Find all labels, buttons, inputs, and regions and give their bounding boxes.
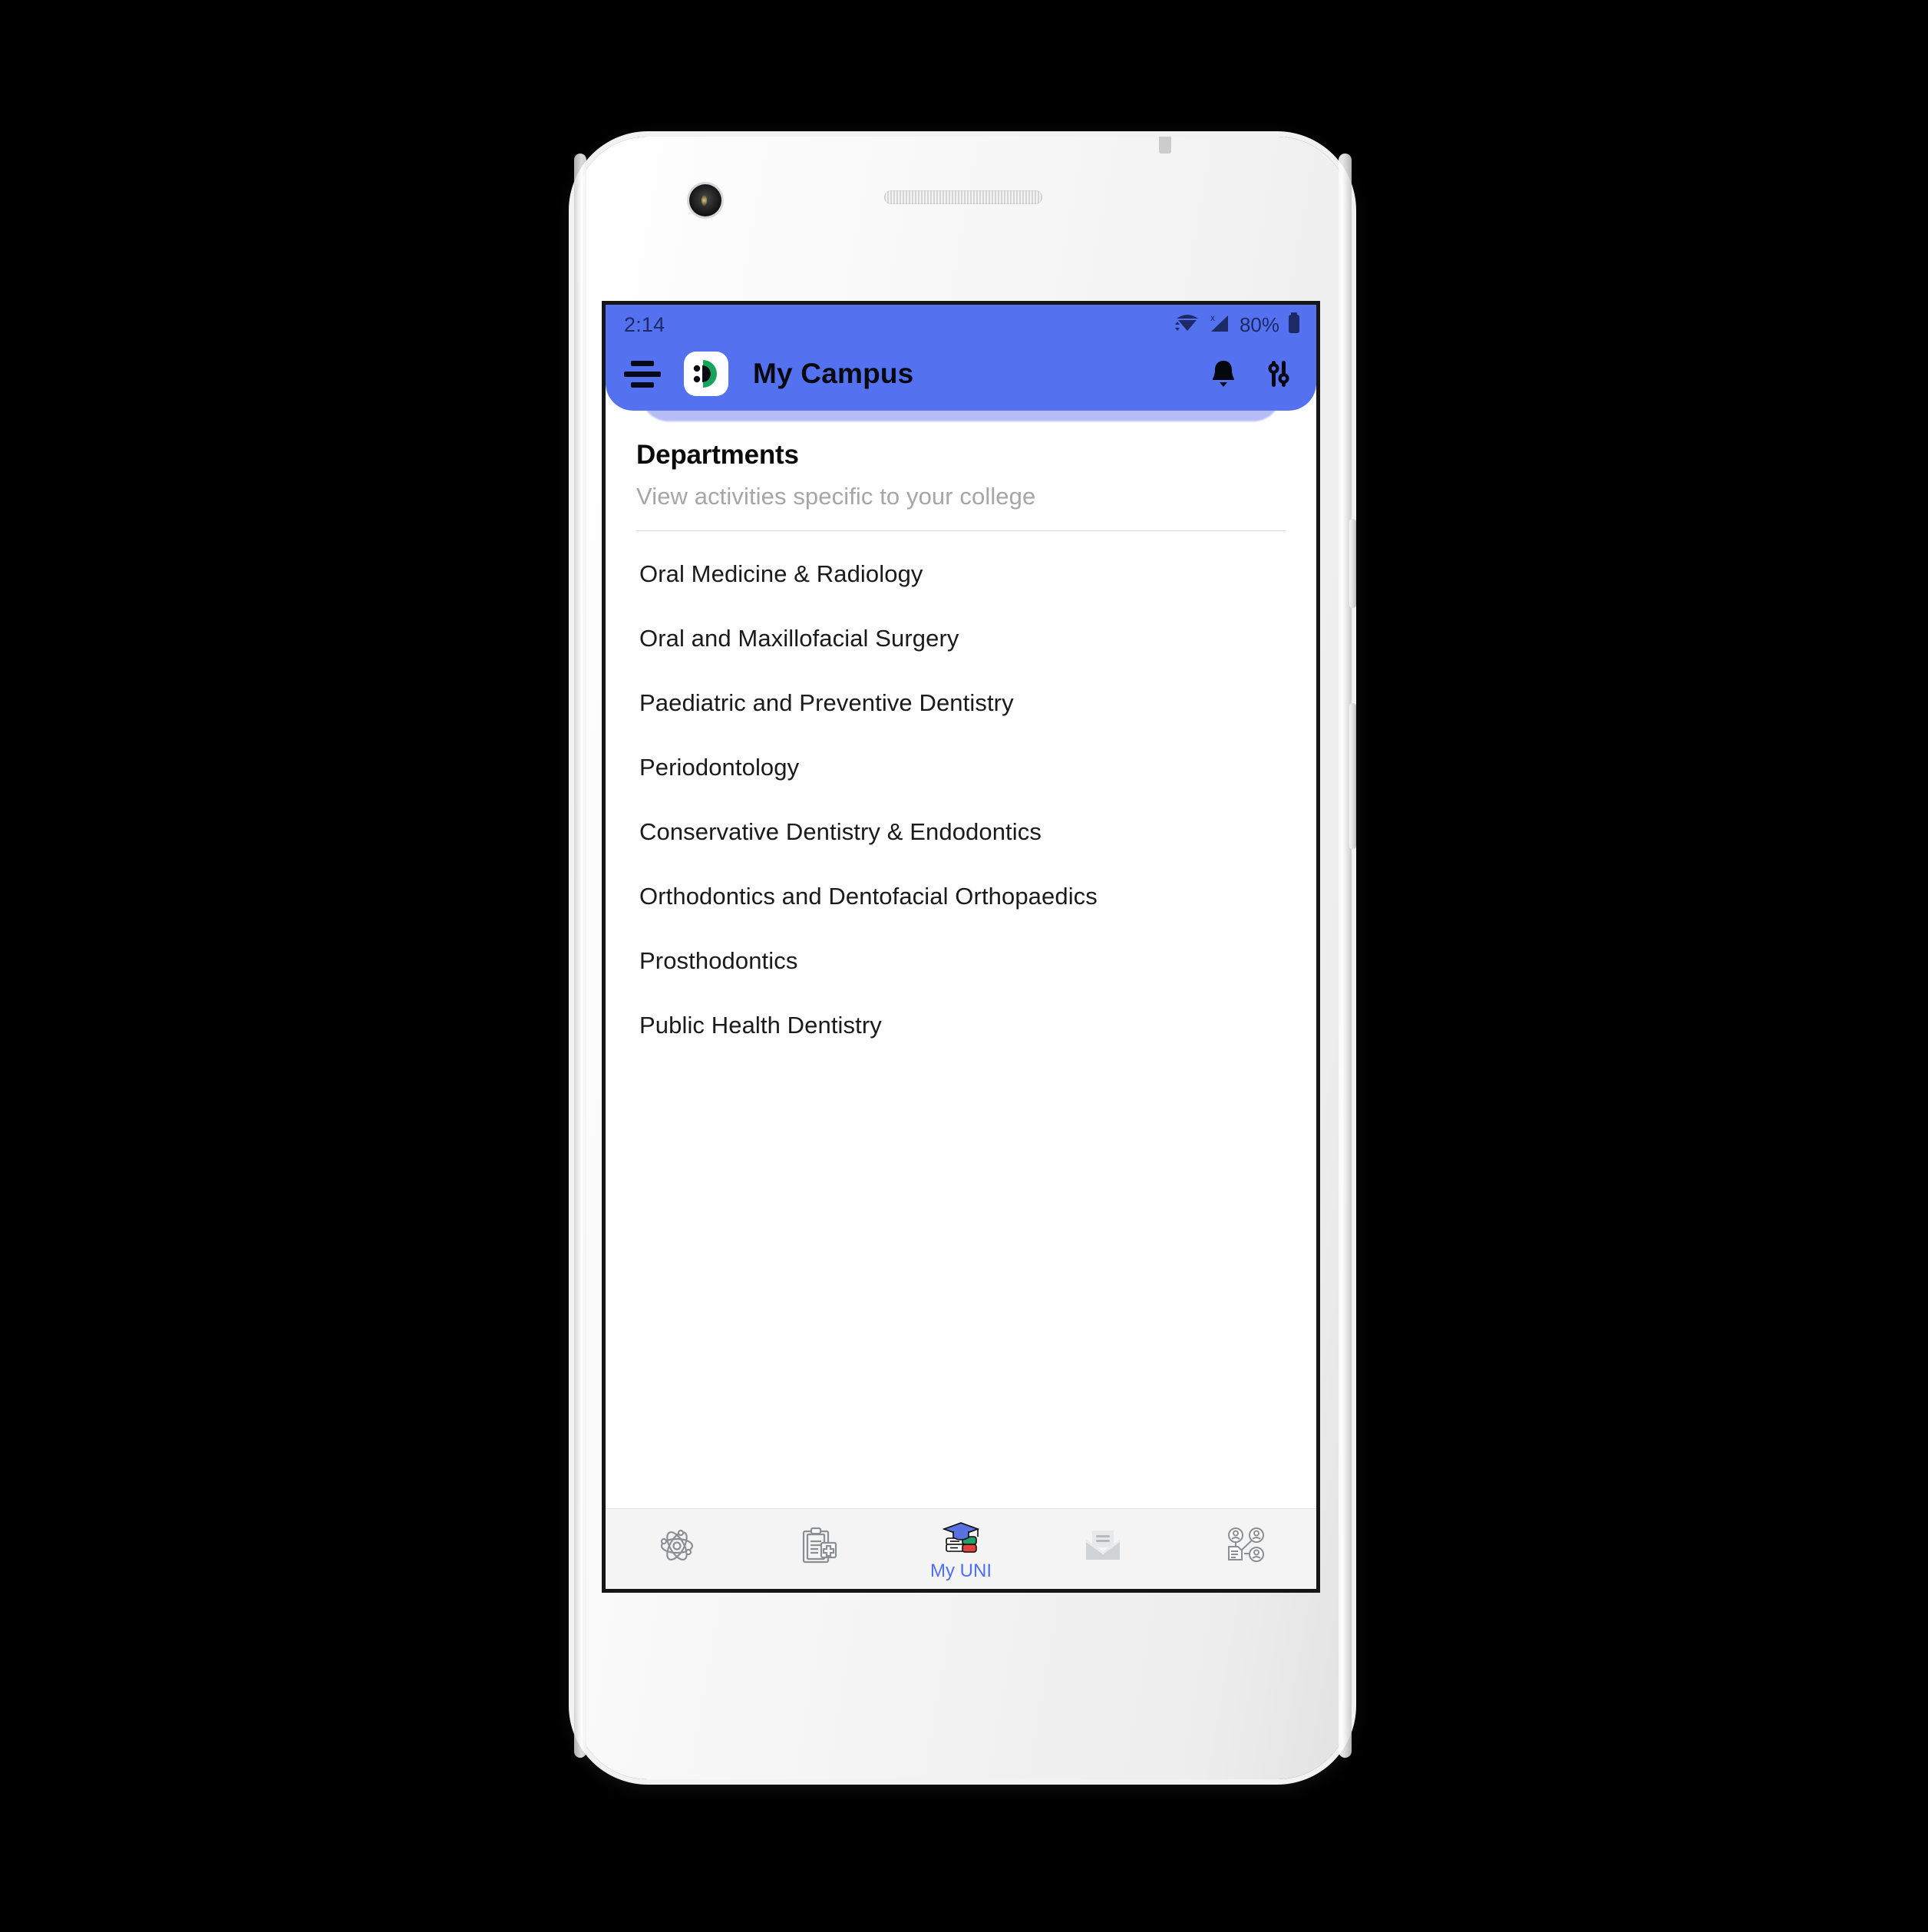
atom-icon (655, 1524, 698, 1571)
list-item[interactable]: Public Health Dentistry (636, 993, 1286, 1058)
earpiece-speaker (884, 190, 1042, 204)
mail-envelope-icon (1081, 1527, 1124, 1568)
svg-text:x: x (1210, 312, 1215, 323)
nav-label: My UNI (930, 1560, 992, 1581)
status-bar: 2:14 x 80% (606, 305, 1316, 345)
people-network-icon (1223, 1526, 1267, 1570)
nav-item-network[interactable] (1174, 1509, 1316, 1589)
nav-item-mail[interactable] (1032, 1509, 1174, 1589)
section-heading: Departments (636, 440, 799, 470)
list-item[interactable]: Oral Medicine & Radiology (636, 542, 1286, 606)
list-item[interactable]: Prosthodontics (636, 929, 1286, 993)
phone-top-nub (1159, 137, 1171, 154)
sliders-icon[interactable] (1258, 353, 1299, 395)
section-subheading: View activities specific to your college (636, 483, 1036, 510)
hamburger-menu-icon[interactable] (624, 358, 661, 389)
bell-icon[interactable] (1203, 353, 1244, 395)
nav-item-my-uni[interactable]: My UNI (890, 1509, 1032, 1589)
list-item[interactable]: Periodontology (636, 735, 1286, 800)
front-camera (689, 184, 721, 216)
status-bar-indicators: x 80% (1174, 312, 1301, 339)
battery-percent-label: 80% (1239, 312, 1279, 336)
status-bar-time: 2:14 (624, 312, 665, 336)
volume-button[interactable] (1349, 703, 1356, 849)
list-item[interactable]: Orthodontics and Dentofacial Orthopaedic… (636, 864, 1286, 929)
app-bar: My Campus (606, 337, 1316, 411)
list-item[interactable]: Oral and Maxillofacial Surgery (636, 606, 1286, 671)
page-title: My Campus (753, 358, 914, 389)
phone-frame-left-edge (574, 154, 586, 1758)
app-bar-container: My Campus (606, 337, 1316, 421)
list-item[interactable]: Paediatric and Preventive Dentistry (636, 671, 1286, 735)
list-item[interactable]: Conservative Dentistry & Endodontics (636, 800, 1286, 864)
bottom-navigation-bar: My UNI (606, 1508, 1316, 1589)
phone-screen: 2:14 x 80% My Campus Departments View ac… (602, 301, 1320, 1593)
app-logo-icon (684, 352, 728, 396)
nav-item-records[interactable] (748, 1509, 890, 1589)
battery-icon (1287, 312, 1301, 339)
medical-clipboard-icon (797, 1524, 840, 1571)
signal-no-sim-icon: x (1207, 312, 1232, 339)
phone-frame-right-edge (1339, 154, 1352, 1758)
graduation-books-icon (939, 1518, 982, 1559)
nav-item-science[interactable] (606, 1509, 748, 1589)
power-button[interactable] (1349, 519, 1356, 608)
section-divider (636, 530, 1286, 531)
screenshot-stage: 2:14 x 80% My Campus Departments View ac… (0, 0, 1928, 1932)
departments-screen: Departments View activities specific to … (606, 411, 1316, 1508)
wifi-icon (1174, 312, 1200, 339)
departments-list: Oral Medicine & Radiology Oral and Maxil… (636, 542, 1286, 1058)
